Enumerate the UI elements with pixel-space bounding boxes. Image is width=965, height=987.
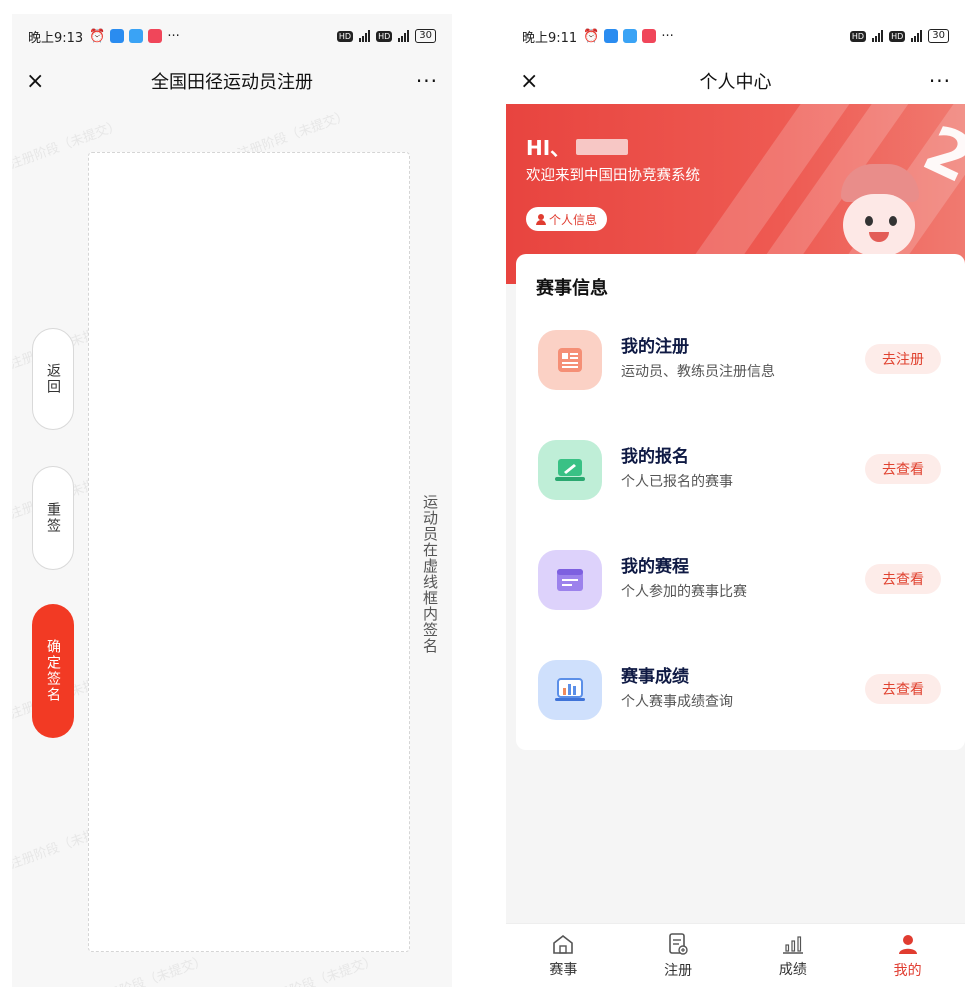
list-item-results[interactable]: 赛事成绩 个人赛事成绩查询 去查看 — [516, 648, 965, 728]
tab-label: 成绩 — [778, 961, 807, 978]
personal-info-button[interactable]: 个人信息 — [526, 207, 608, 231]
go-register-button[interactable]: 去注册 — [865, 344, 941, 374]
more-icon[interactable]: ··· — [408, 69, 438, 93]
tab-label: 注册 — [664, 962, 693, 979]
page-title: 个人中心 — [699, 72, 772, 93]
item-title: 我的报名 — [621, 447, 689, 467]
watermark: 注册阶段（未提交） — [93, 953, 209, 987]
section-title: 赛事信息 — [536, 278, 608, 299]
confirm-signature-button[interactable]: 确定签名 — [32, 604, 74, 738]
view-button[interactable]: 去查看 — [865, 564, 941, 594]
cloud-notification-icon — [623, 29, 638, 43]
bottom-tab-bar: 赛事 注册 成绩 我的 — [506, 923, 965, 987]
person-icon — [536, 213, 546, 225]
app-notification-icon — [110, 29, 125, 43]
nav-bar: × 个人中心 ··· — [506, 58, 965, 104]
item-subtitle: 个人参加的赛事比赛 — [621, 584, 747, 600]
tab-results[interactable]: 成绩 — [736, 924, 851, 987]
signal-icon — [911, 30, 923, 42]
laptop-sign-icon — [538, 440, 602, 500]
status-time: 晚上9:13 — [28, 30, 84, 46]
more-notifications-icon: ··· — [167, 28, 180, 44]
alarm-icon: ⏰ — [89, 28, 106, 44]
item-subtitle: 运动员、教练员注册信息 — [621, 364, 775, 380]
signal-icon — [398, 30, 410, 42]
status-bar: 晚上9:11 ⏰ ··· HD HD 30 — [506, 14, 965, 58]
hd-icon: HD — [849, 30, 867, 42]
greeting-text: HI、 — [526, 136, 571, 160]
event-info-card: 赛事信息 我的注册 运动员、教练员注册信息 去注册 我的报名 个人已报名的赛事 … — [516, 254, 965, 750]
schedule-window-icon — [538, 550, 602, 610]
view-button[interactable]: 去查看 — [865, 454, 941, 484]
red-app-notification-icon — [642, 29, 657, 43]
item-subtitle: 个人赛事成绩查询 — [621, 694, 733, 710]
greeting: HI、 — [526, 132, 629, 161]
tab-label: 赛事 — [549, 961, 578, 978]
tab-mine[interactable]: 我的 — [850, 924, 965, 987]
list-item-signup[interactable]: 我的报名 个人已报名的赛事 去查看 — [516, 428, 965, 508]
page-title: 全国田径运动员注册 — [151, 72, 313, 93]
red-app-notification-icon — [148, 29, 163, 43]
nav-bar: × 全国田径运动员注册 ··· — [12, 58, 452, 104]
tab-register[interactable]: 注册 — [621, 924, 736, 987]
close-icon[interactable]: × — [26, 69, 56, 94]
tab-label: 我的 — [893, 962, 922, 979]
resign-button[interactable]: 重签 — [32, 466, 74, 570]
user-icon — [898, 934, 917, 954]
more-notifications-icon: ··· — [661, 28, 674, 44]
signature-canvas[interactable] — [88, 152, 410, 952]
signal-icon — [359, 30, 371, 42]
item-title: 我的注册 — [621, 337, 689, 357]
signature-screen: 晚上9:13 ⏰ ··· HD HD 30 × 全国田径运动员注册 ··· 注册… — [12, 14, 452, 987]
hd-icon: HD — [889, 30, 906, 42]
home-icon — [553, 934, 574, 954]
watermark: 注册阶段（未提交） — [263, 953, 379, 987]
bar-chart-icon — [782, 935, 803, 954]
tab-events[interactable]: 赛事 — [506, 924, 621, 987]
item-title: 我的赛程 — [621, 557, 689, 577]
list-item-registration[interactable]: 我的注册 运动员、教练员注册信息 去注册 — [516, 318, 965, 398]
list-item-schedule[interactable]: 我的赛程 个人参加的赛事比赛 去查看 — [516, 538, 965, 618]
personal-info-label: 个人信息 — [549, 212, 598, 227]
signature-hint: 运动员在虚线框内签名 — [421, 494, 439, 654]
results-chart-icon — [538, 660, 602, 720]
cloud-notification-icon — [129, 29, 144, 43]
status-bar: 晚上9:13 ⏰ ··· HD HD 30 — [12, 14, 452, 58]
close-icon[interactable]: × — [520, 69, 550, 94]
welcome-text: 欢迎来到中国田协竞赛系统 — [526, 168, 700, 184]
alarm-icon: ⏰ — [583, 28, 600, 44]
personal-center-screen: 晚上9:11 ⏰ ··· HD HD 30 × 个人中心 ··· HI、 欢迎来… — [506, 14, 965, 987]
hd-icon: HD — [376, 30, 393, 42]
hd-icon: HD — [336, 30, 354, 42]
app-notification-icon — [604, 29, 619, 43]
signal-icon — [872, 30, 884, 42]
blurred-username — [576, 138, 629, 155]
item-title: 赛事成绩 — [621, 667, 689, 687]
battery-icon: 30 — [928, 29, 949, 43]
item-subtitle: 个人已报名的赛事 — [621, 474, 733, 490]
back-button[interactable]: 返回 — [32, 328, 74, 430]
battery-icon: 30 — [415, 29, 436, 43]
view-button[interactable]: 去查看 — [865, 674, 941, 704]
more-icon[interactable]: ··· — [921, 69, 951, 93]
registration-doc-icon — [538, 330, 602, 390]
register-doc-icon — [669, 932, 688, 955]
status-time: 晚上9:11 — [522, 30, 578, 46]
